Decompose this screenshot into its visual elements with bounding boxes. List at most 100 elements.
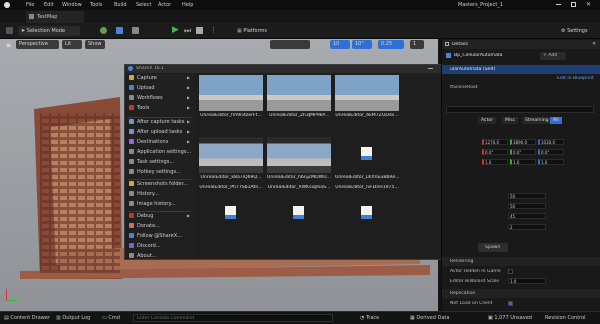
rendering-header[interactable]: Rendering <box>442 257 600 266</box>
component-self-row[interactable]: ularAutomata (Self) <box>442 65 600 74</box>
hidden-in-game-checkbox[interactable] <box>508 269 513 274</box>
revision-control-button[interactable]: Revision Control <box>545 315 586 321</box>
filter-tab-all[interactable]: All <box>550 117 562 124</box>
menu-separator <box>127 117 191 118</box>
rotation-x[interactable]: 0.0° <box>482 149 508 155</box>
menu-window[interactable]: Window <box>62 2 82 8</box>
sharex-menu-destinations[interactable]: Destinations ▶ <box>129 139 190 147</box>
filter-tab-streaming[interactable]: Streaming <box>522 117 552 124</box>
play-options-icon[interactable]: ⋮ <box>210 26 217 34</box>
param-field-1[interactable]: 50 <box>508 193 546 199</box>
play-icon[interactable]: ▶ <box>172 26 179 35</box>
console-command-input[interactable] <box>133 314 333 322</box>
cmd-dropdown[interactable]: ▭ Cmd <box>102 315 120 321</box>
sharex-menu-workflows[interactable]: Workflows ▶ <box>129 95 190 103</box>
grid-snap-button[interactable]: 10 <box>330 40 350 49</box>
sharex-menu-image-history[interactable]: Image history... <box>129 201 176 209</box>
blueprint-icon[interactable] <box>116 27 123 34</box>
sharex-menu-capture[interactable]: Capture ▶ <box>129 75 190 83</box>
location-z[interactable]: 1030.0 <box>538 139 564 145</box>
rotation-z[interactable]: 0.0° <box>538 149 564 155</box>
menu-select[interactable]: Select <box>136 2 151 8</box>
scene-root-row[interactable]: ltSceneRoot <box>442 83 600 92</box>
param-field-2[interactable]: 50 <box>508 203 546 209</box>
rotation-snap-button[interactable]: 10° <box>352 40 372 49</box>
scale-y[interactable]: 1.0 <box>510 159 536 165</box>
sharex-menu-follow-sharex[interactable]: Follow @ShareX... <box>129 233 182 241</box>
scale-snap-button[interactable]: 0.25 <box>378 40 404 49</box>
menu-actor[interactable]: Actor <box>158 2 171 8</box>
scale-z[interactable]: 1.0 <box>538 159 564 165</box>
sharex-menu-application-settings[interactable]: Application settings... <box>129 149 191 157</box>
add-content-icon[interactable] <box>100 27 107 34</box>
platforms-button[interactable]: ▦ Platforms <box>234 26 280 36</box>
sharex-menu-upload[interactable]: Upload ▶ <box>129 85 190 93</box>
history-thumbnail[interactable] <box>335 137 399 173</box>
step-icon[interactable]: ⏭ <box>184 26 191 35</box>
settings-button[interactable]: ⚙ Settings <box>558 26 596 36</box>
sharex-menu-donate[interactable]: Donate... <box>129 223 160 231</box>
search-details-input[interactable] <box>446 106 594 113</box>
filter-tab-misc[interactable]: Misc <box>502 117 519 124</box>
history-thumbnail[interactable] <box>199 201 263 225</box>
derived-data-button[interactable]: ▦ Derived Data <box>410 315 449 321</box>
unreal-logo-icon[interactable] <box>4 2 10 8</box>
history-thumbnail[interactable] <box>199 75 263 111</box>
scale-x[interactable]: 1.0 <box>482 159 508 165</box>
details-tab[interactable]: Details ✕ <box>442 40 600 49</box>
menu-build[interactable]: Build <box>114 2 127 8</box>
param-field-4[interactable]: 2 <box>508 224 546 230</box>
history-thumbnail[interactable] <box>267 75 331 111</box>
rotation-y[interactable]: 0.0° <box>510 149 536 155</box>
save-icon[interactable] <box>6 27 13 34</box>
output-log-button[interactable]: ▥ Output Log <box>56 315 90 321</box>
net-load-checkbox[interactable] <box>508 301 513 306</box>
history-thumbnail[interactable] <box>267 137 331 173</box>
history-thumbnail[interactable] <box>335 75 399 111</box>
sharex-menu-discord[interactable]: Discord... <box>129 243 161 251</box>
location-x[interactable]: 1270.0 <box>482 139 508 145</box>
menu-help[interactable]: Help <box>182 2 193 8</box>
menu-file[interactable]: File <box>26 2 34 8</box>
viewport-menu-icon[interactable]: ≡ <box>6 42 11 49</box>
lit-button[interactable]: Lit <box>62 40 82 49</box>
sequencer-icon[interactable] <box>132 27 139 34</box>
perspective-button[interactable]: Perspective <box>16 40 59 49</box>
history-thumbnail[interactable] <box>335 201 399 225</box>
history-thumbnail[interactable] <box>199 137 263 173</box>
spawn-button[interactable]: Spawn <box>478 243 508 252</box>
menu-tools[interactable]: Tools <box>90 2 102 8</box>
history-thumbnail[interactable] <box>267 201 331 225</box>
selection-mode-button[interactable]: ➤ Selection Mode <box>18 26 80 36</box>
location-y[interactable]: 3890.0 <box>510 139 536 145</box>
menu-edit[interactable]: Edit <box>44 2 54 8</box>
close-icon[interactable]: ✕ <box>586 1 591 8</box>
sharex-menu-tools[interactable]: Tools ▶ <box>129 105 190 113</box>
show-button[interactable]: Show <box>85 40 105 49</box>
sharex-menu-after-capture-tasks[interactable]: After capture tasks ▶ <box>129 119 190 127</box>
tab-testmap[interactable]: TestMap <box>26 11 84 23</box>
sharex-menu-history[interactable]: History... <box>129 191 159 199</box>
filter-tab-actor[interactable]: Actor <box>478 117 497 124</box>
content-drawer-button[interactable]: ▤ Content Drawer <box>4 315 50 321</box>
edit-blueprint-link[interactable]: Edit in Blueprint <box>557 76 594 81</box>
details-close-icon[interactable]: ✕ <box>592 41 596 47</box>
unsaved-button[interactable]: ▣ 1,077 Unsaved <box>488 315 532 321</box>
sharex-menu-task-settings[interactable]: Task settings... <box>129 159 174 167</box>
sharex-menu-hotkey-settings[interactable]: Hotkey settings... <box>129 169 181 177</box>
sharex-menu-debug[interactable]: Debug ▶ <box>129 213 190 221</box>
sharex-menu-about[interactable]: About... <box>129 253 157 261</box>
minimize-icon[interactable] <box>556 4 561 5</box>
add-component-button[interactable]: + Add <box>540 52 566 60</box>
sharex-menu-screenshots-folder[interactable]: Screenshots folder... <box>129 181 188 189</box>
maximize-icon[interactable] <box>571 2 576 7</box>
billboard-field[interactable]: 1.0 <box>508 278 546 284</box>
camera-speed-button[interactable]: 1 <box>410 40 424 49</box>
replication-header[interactable]: Replication <box>442 289 600 298</box>
param-field-3[interactable]: 45 <box>508 213 546 219</box>
transform-tools[interactable] <box>270 40 310 49</box>
stop-icon[interactable] <box>196 27 203 34</box>
trace-button[interactable]: ◔ Trace <box>360 315 379 321</box>
sharex-minimize-icon[interactable] <box>428 68 433 69</box>
sharex-menu-after-upload-tasks[interactable]: After upload tasks ▶ <box>129 129 190 137</box>
